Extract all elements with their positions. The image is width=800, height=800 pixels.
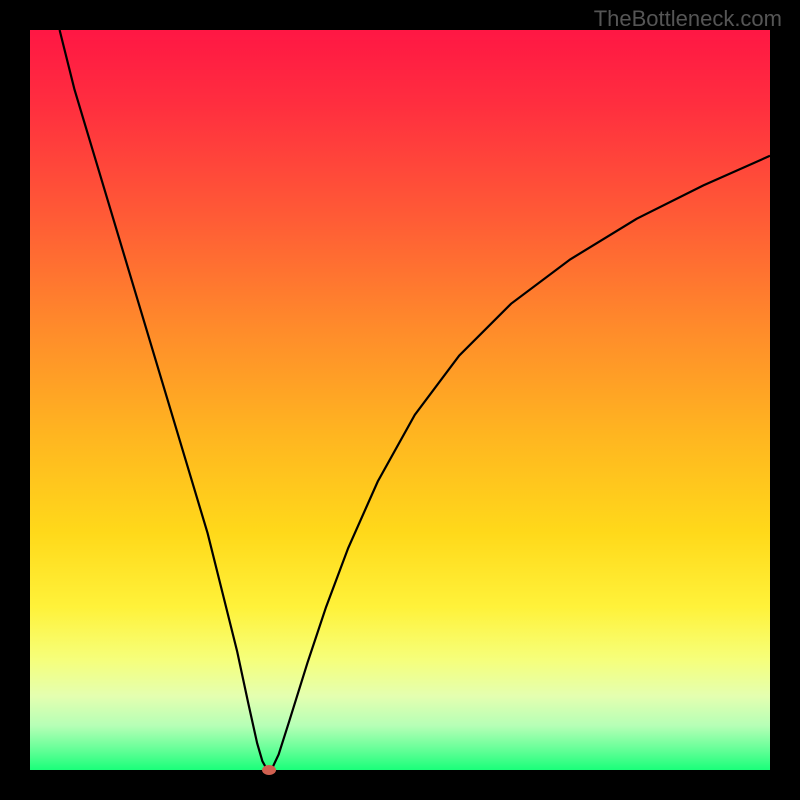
- optimum-marker: [262, 765, 276, 775]
- watermark-text: TheBottleneck.com: [594, 6, 782, 32]
- chart-svg: [0, 0, 800, 800]
- chart-frame: TheBottleneck.com: [0, 0, 800, 800]
- plot-background: [30, 30, 770, 770]
